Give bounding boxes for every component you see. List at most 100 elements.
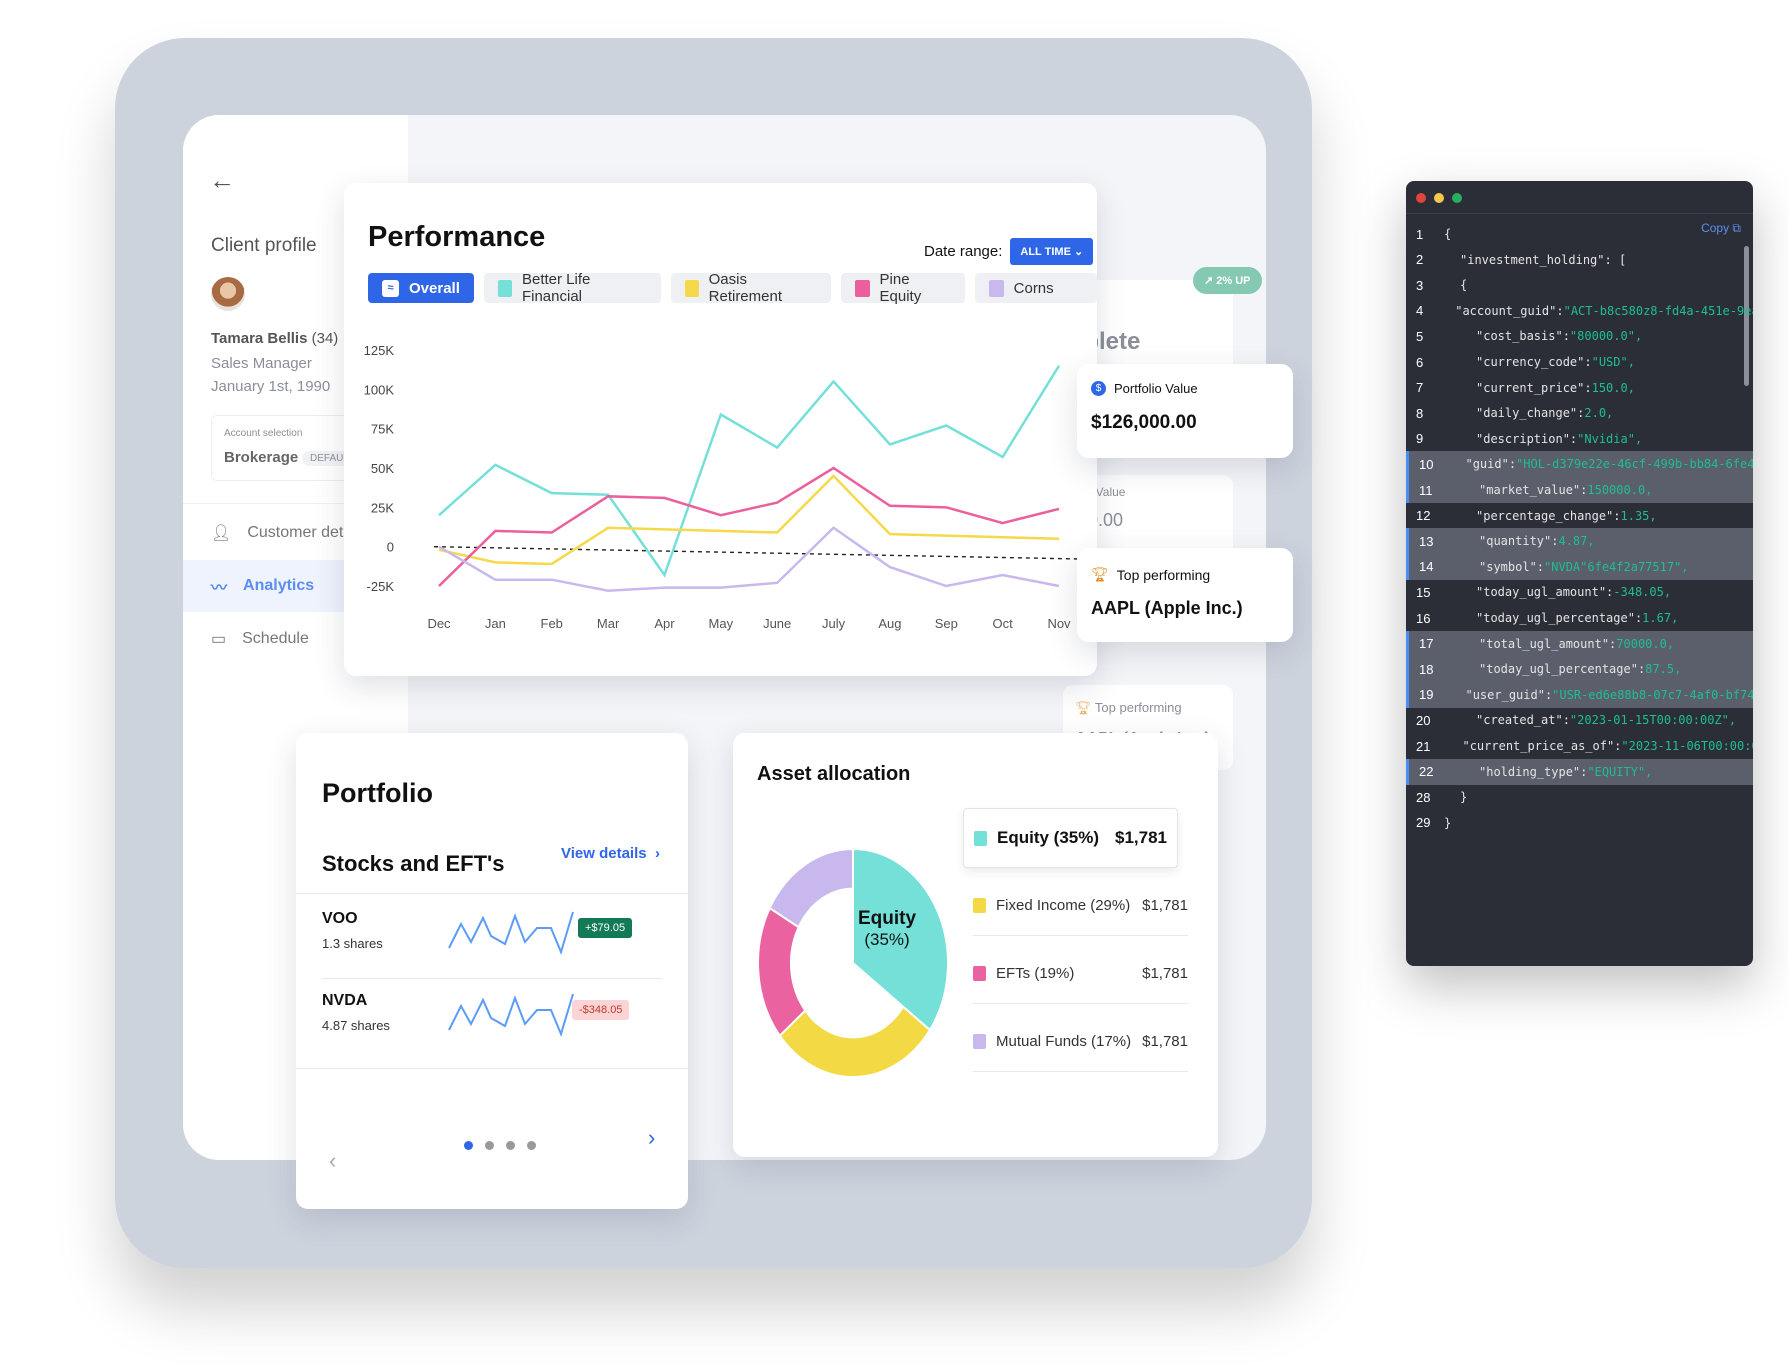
- code-key: "market_value":: [1479, 483, 1588, 497]
- view-details-label: View details: [561, 845, 647, 862]
- allocation-label: Fixed Income (29%): [996, 897, 1131, 914]
- holding-symbol: VOO: [322, 910, 358, 927]
- code-value: 150000.0,: [1587, 483, 1653, 497]
- sparkline: [448, 911, 574, 955]
- line-number: 4: [1416, 303, 1424, 319]
- donut-slice-1[interactable]: [778, 1005, 932, 1078]
- portfolio-card: Portfolio Stocks and EFT's View details …: [296, 733, 688, 1209]
- code-line: 11 "market_value": 150000.0,: [1406, 477, 1753, 503]
- line-number: 7: [1416, 380, 1424, 396]
- line-number: 2: [1416, 252, 1424, 268]
- allocation-value: $1,781: [1142, 1033, 1188, 1050]
- code-key: }: [1460, 790, 1468, 805]
- change-badge: -$348.05: [572, 1000, 630, 1020]
- code-value: "2023-11-06T00:00:00Z": [1621, 739, 1753, 753]
- back-arrow-icon[interactable]: ←: [209, 165, 235, 196]
- code-key: "quantity":: [1479, 534, 1559, 549]
- code-key: "today_ugl_percentage":: [1479, 662, 1646, 677]
- dollar-icon: $: [1091, 381, 1106, 396]
- line-number: 11: [1419, 482, 1433, 498]
- client-profile-title: Client profile: [211, 235, 317, 256]
- x-tick-label: June: [763, 616, 791, 631]
- allocation-item[interactable]: Mutual Funds (17%) $1,781: [973, 1012, 1188, 1072]
- holding-shares: 4.87 shares: [322, 1018, 390, 1033]
- page-dot[interactable]: [464, 1141, 473, 1150]
- holding-shares: 1.3 shares: [322, 936, 383, 951]
- code-line: 21 "current_price_as_of": "2023-11-06T00:…: [1406, 733, 1753, 759]
- window-controls: [1416, 193, 1462, 203]
- line-number: 14: [1419, 559, 1434, 575]
- code-key: "created_at":: [1476, 713, 1570, 728]
- sparkline: [448, 993, 574, 1037]
- change-badge: +$79.05: [578, 918, 633, 938]
- holding-symbol: NVDA: [322, 992, 368, 1009]
- page-dot[interactable]: [506, 1141, 515, 1150]
- maximize-dot-icon[interactable]: [1452, 193, 1462, 203]
- page-dot[interactable]: [485, 1141, 494, 1150]
- code-line: 4 "account_guid": "ACT-b8c580z8-fd4a-451e-…: [1406, 298, 1753, 324]
- code-value: "USR-ed6e88b8-07c7-4af0-bf74-236: [1552, 687, 1753, 702]
- prev-page-chevron-icon[interactable]: ‹: [329, 1148, 336, 1174]
- line-number: 1: [1416, 226, 1424, 242]
- x-tick-label: Mar: [597, 616, 620, 631]
- allocation-item[interactable]: EFTs (19%) $1,781: [973, 944, 1188, 1004]
- page-dot[interactable]: [527, 1141, 536, 1150]
- code-key: "cost_basis":: [1476, 329, 1570, 344]
- code-key: "percentage_change":: [1476, 508, 1621, 523]
- account-selection-label: Account selection: [224, 428, 303, 439]
- code-value: "HOL-d379e22e-46cf-499b-bb84-6fe4f2a7: [1516, 457, 1753, 472]
- x-tick-label: Sep: [935, 616, 958, 631]
- x-tick-label: Jan: [485, 616, 506, 631]
- client-role: Sales Manager: [211, 355, 312, 372]
- line-number: 6: [1416, 354, 1424, 370]
- allocation-donut-chart: [757, 847, 949, 1078]
- portfolio-value-label: Portfolio Value: [1114, 381, 1198, 396]
- x-tick-label: May: [709, 616, 734, 631]
- code-key: "today_ugl_percentage":: [1476, 611, 1643, 625]
- allocation-item[interactable]: Equity (35%) $1,781: [963, 808, 1178, 868]
- code-key: "current_price_as_of":: [1462, 739, 1622, 753]
- x-tick-label: July: [822, 616, 846, 631]
- code-value: 1.67,: [1642, 611, 1679, 625]
- code-value: 70000.0,: [1616, 636, 1675, 651]
- swatch: [973, 898, 986, 913]
- line-number: 10: [1419, 456, 1434, 472]
- center-label: Equity: [858, 908, 917, 929]
- code-key: "currency_code":: [1476, 355, 1592, 369]
- allocation-label: Mutual Funds (17%): [996, 1033, 1132, 1050]
- code-value: "80000.0",: [1569, 329, 1643, 344]
- series-line-oasis-retirement[interactable]: [438, 474, 1060, 566]
- code-value: "USD",: [1591, 355, 1635, 369]
- series-line-pine-equity[interactable]: [438, 466, 1060, 587]
- view-details-link[interactable]: View details ›: [561, 845, 660, 862]
- y-tick-label: 50K: [371, 461, 394, 476]
- code-line: 13 "quantity": 4.87,: [1406, 528, 1753, 555]
- allocation-title: Asset allocation: [757, 763, 911, 785]
- client-dob: January 1st, 1990: [211, 378, 331, 395]
- sidebar-item-label: Analytics: [243, 577, 315, 594]
- code-key: "investment_holding": [: [1460, 252, 1627, 267]
- line-number: 5: [1416, 328, 1424, 344]
- allocation-item[interactable]: Fixed Income (29%) $1,781: [973, 876, 1188, 936]
- line-number: 17: [1419, 636, 1434, 652]
- minimize-dot-icon[interactable]: [1434, 193, 1444, 203]
- client-age: (34): [311, 330, 339, 347]
- code-key: "account_guid":: [1455, 303, 1564, 318]
- holding-row[interactable]: VOO 1.3 shares +$79.05: [296, 908, 688, 988]
- allocation-value: $1,781: [1115, 828, 1167, 847]
- next-page-chevron-icon[interactable]: ›: [648, 1125, 655, 1151]
- series-line-better-life-financial[interactable]: [438, 365, 1061, 578]
- code-value: 87.5,: [1645, 662, 1682, 677]
- donut-slice-3[interactable]: [768, 847, 854, 929]
- code-line: 2 "investment_holding": [: [1406, 247, 1753, 273]
- code-value: -348.05,: [1613, 585, 1672, 600]
- line-number: 3: [1416, 277, 1424, 293]
- line-number: 15: [1416, 584, 1431, 600]
- code-line: 9 "description": "Nvidia",: [1406, 426, 1753, 452]
- line-number: 29: [1416, 815, 1431, 831]
- holding-row[interactable]: NVDA 4.87 shares -$348.05: [296, 990, 688, 1070]
- code-value: "2023-01-15T00:00:00Z",: [1569, 713, 1737, 728]
- code-window: Copy ⧉ 1{2 "investment_holding": [3{4 "acc…: [1406, 181, 1753, 966]
- line-number: 8: [1416, 405, 1424, 421]
- close-dot-icon[interactable]: [1416, 193, 1426, 203]
